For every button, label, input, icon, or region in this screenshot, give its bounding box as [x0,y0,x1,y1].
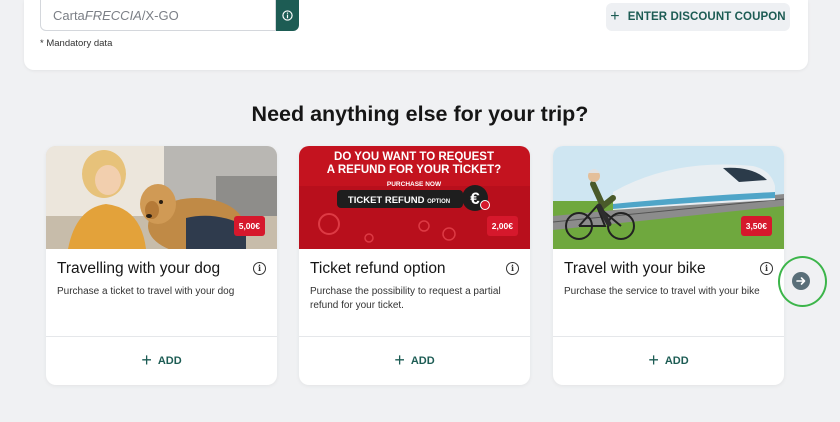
banner-line3: PURCHASE NOW [387,181,442,188]
refund-currency-symbol: € [470,189,480,208]
loyalty-card-field[interactable]: Carta FRECCIA/X-GO [40,0,276,31]
banner-line2: A REFUND FOR YOUR TICKET? [327,164,501,176]
add-bike-button[interactable]: + ADD [553,351,784,371]
refund-banner-image: € DO YOU WANT TO REQUEST A REFUND FOR YO… [299,146,530,249]
price-badge: 3,50€ [740,216,772,236]
card-title: Travel with your bike [564,260,706,277]
bike-train-image: 3,50€ [553,146,784,249]
info-icon[interactable]: i [253,262,266,275]
card-description: Purchase a ticket to travel with your do… [57,286,235,297]
card-prefix: Carta [53,7,85,23]
card-title: Ticket refund option [310,260,446,277]
loyalty-form-card: Carta FRECCIA/X-GO * Mandatory data + ENT… [24,0,808,70]
card-suffix: /X-GO [141,7,179,23]
plus-icon: + [141,350,152,370]
enter-coupon-button[interactable]: + ENTER DISCOUNT COUPON [606,3,790,31]
banner-line1: DO YOU WANT TO REQUEST [334,151,494,163]
card-description: Purchase the possibility to request a pa… [310,286,501,311]
divider [46,336,277,337]
product-card-refund: € DO YOU WANT TO REQUEST A REFUND FOR YO… [299,146,530,385]
info-icon[interactable]: i [506,262,519,275]
card-info-button[interactable] [276,0,299,31]
plus-icon: + [394,350,405,370]
carousel-next-button[interactable] [792,272,810,290]
add-label: ADD [157,355,182,367]
info-icon [282,10,293,21]
section-title: Need anything else for your trip? [251,102,589,126]
dog-image: 5,00€ [46,146,277,249]
arrow-right-icon [796,277,806,285]
price-badge: 2,00€ [486,216,518,236]
product-card-dog: 5,00€ Travelling with your dog i Purchas… [46,146,277,385]
info-icon[interactable]: i [760,262,773,275]
mandatory-note: * Mandatory data [40,38,113,49]
banner-line4-small: OPTION [427,199,450,205]
product-card-bike: 3,50€ Travel with your bike i Purchase t… [553,146,784,385]
divider [299,336,530,337]
plus-icon: + [610,8,620,25]
divider [553,336,784,337]
card-name: FRECCIA [84,7,142,23]
add-refund-button[interactable]: + ADD [299,351,530,371]
card-title: Travelling with your dog [57,260,221,277]
banner-line4: TICKET REFUND [348,195,425,206]
add-dog-button[interactable]: + ADD [46,351,277,371]
card-description: Purchase the service to travel with your… [564,286,760,297]
coupon-label: ENTER DISCOUNT COUPON [627,11,786,23]
price-badge: 5,00€ [233,216,265,236]
add-label: ADD [664,355,689,367]
add-label: ADD [410,355,435,367]
plus-icon: + [648,350,659,370]
